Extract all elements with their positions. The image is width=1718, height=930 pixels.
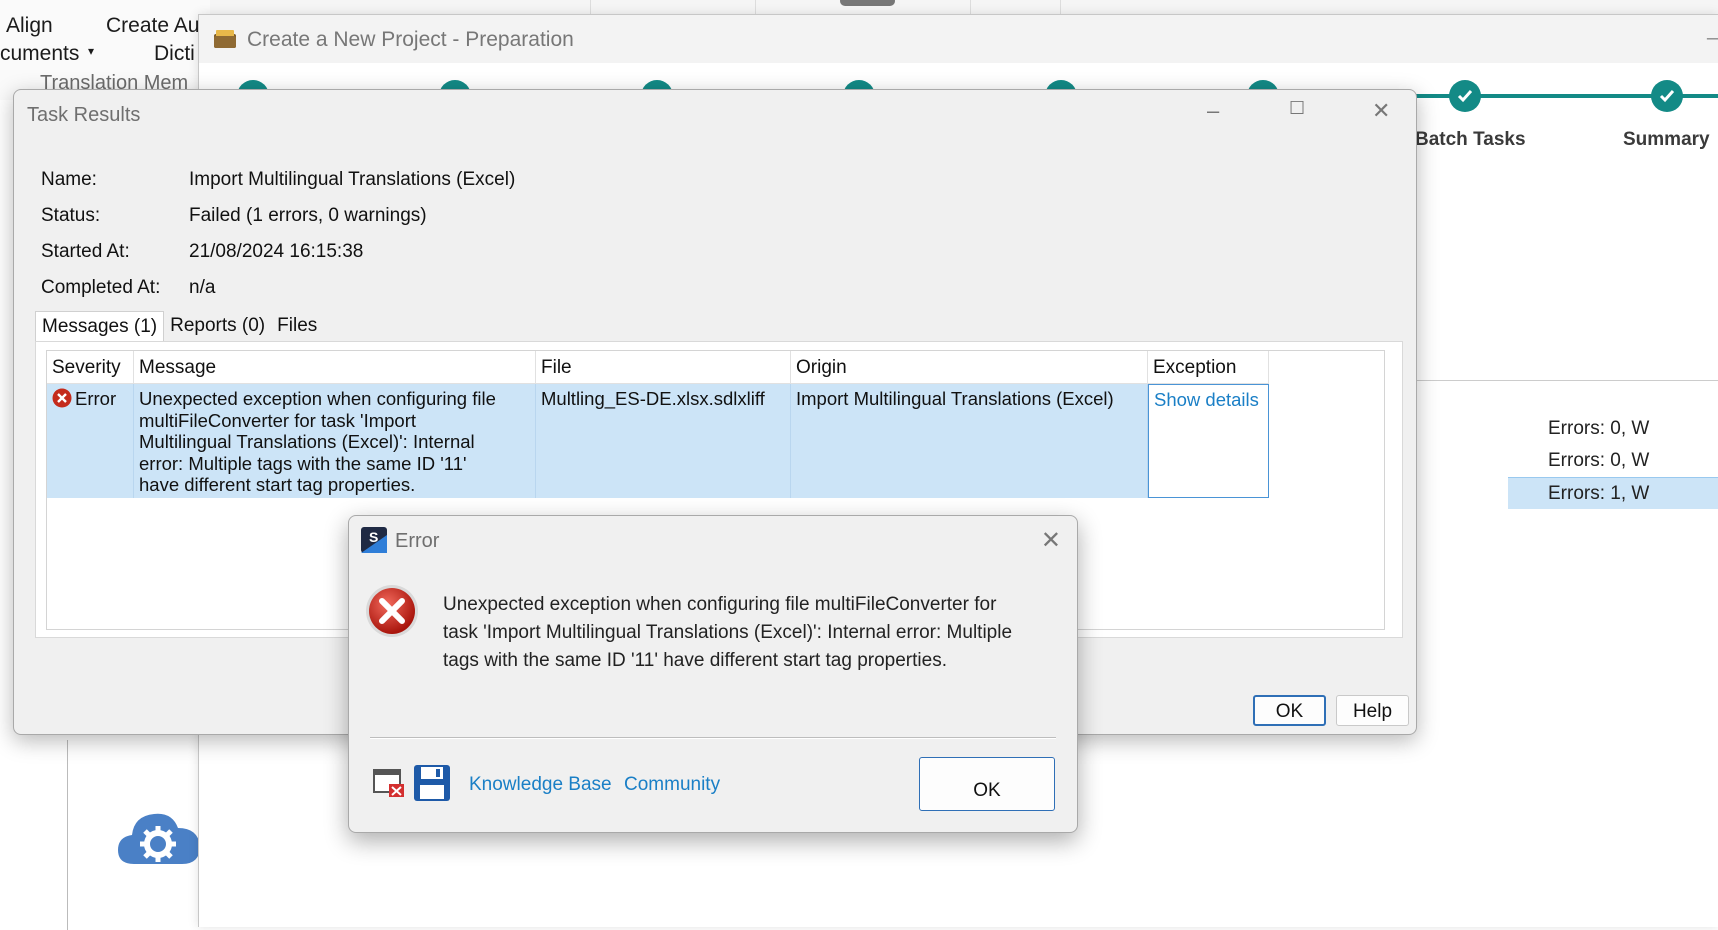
severity-cell: Error xyxy=(47,384,134,498)
error-message: Unexpected exception when configuring fi… xyxy=(443,591,1043,675)
completed-at-value: n/a xyxy=(189,277,216,298)
tab-messages[interactable]: Messages (1) xyxy=(35,311,165,343)
message-line: Multilingual Translations (Excel)': Inte… xyxy=(139,431,475,452)
help-button[interactable]: Help xyxy=(1336,695,1409,726)
error-ok-button[interactable]: OK xyxy=(919,757,1055,811)
pane-divider xyxy=(67,740,68,930)
align-documents-subtext[interactable]: cuments xyxy=(0,42,79,66)
column-header-file[interactable]: File xyxy=(536,351,791,384)
message-line: have different start tag properties. xyxy=(139,474,416,495)
create-autosuggest-command[interactable]: Create Au xyxy=(106,14,199,38)
maximize-icon[interactable]: ☐ xyxy=(1289,98,1305,119)
wizard-title: Create a New Project - Preparation xyxy=(247,28,574,51)
community-link[interactable]: Community xyxy=(624,774,720,796)
error-message-line: Unexpected exception when configuring fi… xyxy=(443,594,997,615)
dropdown-arrow-icon[interactable]: ▾ xyxy=(88,44,94,58)
started-at-value: 21/08/2024 16:15:38 xyxy=(189,241,364,262)
exception-cell: Show details xyxy=(1148,384,1269,498)
error-dialog: S Error ✕ Unexpected exception when conf… xyxy=(348,515,1078,833)
tab-files[interactable]: Files xyxy=(271,311,323,341)
wizard-title-bar: Create a New Project - Preparation – xyxy=(199,15,1718,63)
status-label: Status: xyxy=(41,205,101,226)
ribbon-scroll-knob[interactable] xyxy=(840,0,895,6)
file-cell: Multling_ES-DE.xlsx.sdlxliff xyxy=(536,384,791,498)
knowledge-base-link[interactable]: Knowledge Base xyxy=(469,774,612,796)
message-cell: Unexpected exception when configuring fi… xyxy=(134,384,536,498)
cloud-settings-icon[interactable] xyxy=(116,806,202,868)
project-folder-icon xyxy=(214,30,236,48)
align-documents-command[interactable]: Align xyxy=(6,14,53,38)
started-at-label: Started At: xyxy=(41,241,130,262)
status-value: Failed (1 errors, 0 warnings) xyxy=(189,205,427,226)
minimize-icon[interactable]: – xyxy=(1207,98,1219,124)
message-line: multiFileConverter for task 'Import xyxy=(139,409,416,431)
completed-at-label: Completed At: xyxy=(41,277,161,298)
column-header-origin[interactable]: Origin xyxy=(791,351,1148,384)
app-logo-icon: S xyxy=(361,527,387,553)
column-header-message[interactable]: Message xyxy=(134,351,536,384)
error-message-line: tags with the same ID '11' have differen… xyxy=(443,650,947,671)
minimize-icon[interactable]: – xyxy=(1707,27,1718,50)
dictionary-subtext[interactable]: Dicti xyxy=(154,42,195,66)
close-window-icon[interactable] xyxy=(373,768,405,798)
step-complete-icon xyxy=(1651,80,1683,112)
table-header: Severity Message File Origin Exception xyxy=(47,351,1269,384)
results-tabs: Messages (1) Reports (0) Files xyxy=(35,311,323,343)
show-details-link[interactable]: Show details xyxy=(1154,389,1259,410)
save-icon[interactable] xyxy=(413,764,451,802)
origin-cell: Import Multilingual Translations (Excel) xyxy=(791,384,1148,498)
step-label-summary[interactable]: Summary xyxy=(1623,129,1710,151)
ribbon-separator xyxy=(590,0,591,14)
task-status-cell-selected[interactable]: Errors: 1, W xyxy=(1508,477,1718,509)
ribbon-separator xyxy=(970,0,971,14)
tab-reports[interactable]: Reports (0) xyxy=(164,311,271,341)
dialog-title: Task Results xyxy=(27,104,141,126)
name-value: Import Multilingual Translations (Excel) xyxy=(189,169,516,190)
step-label-batch-tasks[interactable]: Batch Tasks xyxy=(1415,129,1526,151)
close-icon[interactable]: ✕ xyxy=(1372,98,1390,124)
error-dialog-title: Error xyxy=(395,530,440,552)
task-status-cell[interactable]: Errors: 0, W xyxy=(1508,445,1718,477)
ribbon-separator xyxy=(1060,0,1061,14)
message-line: Unexpected exception when configuring fi… xyxy=(139,388,496,409)
name-label: Name: xyxy=(41,169,97,190)
ok-button[interactable]: OK xyxy=(1253,695,1326,726)
task-status-cell[interactable]: Errors: 0, W xyxy=(1508,413,1718,445)
error-message-line: task 'Import Multilingual Translations (… xyxy=(443,622,1013,643)
error-icon xyxy=(366,585,418,637)
ribbon: Align cuments ▾ Create Au Dicti Translat… xyxy=(0,0,210,100)
column-header-severity[interactable]: Severity xyxy=(47,351,134,384)
ribbon-separator xyxy=(755,0,756,14)
error-icon xyxy=(52,388,72,408)
svg-text:S: S xyxy=(369,529,378,545)
error-dialog-separator xyxy=(370,737,1056,739)
severity-text: Error xyxy=(75,388,117,409)
close-icon[interactable]: ✕ xyxy=(1041,526,1061,555)
ribbon-top-strip xyxy=(210,0,1718,14)
message-line: error: Multiple tags with the same ID '1… xyxy=(139,452,467,474)
step-complete-icon xyxy=(1449,80,1481,112)
table-row[interactable]: Error Unexpected exception when configur… xyxy=(47,384,1269,498)
column-header-exception[interactable]: Exception xyxy=(1148,351,1269,384)
